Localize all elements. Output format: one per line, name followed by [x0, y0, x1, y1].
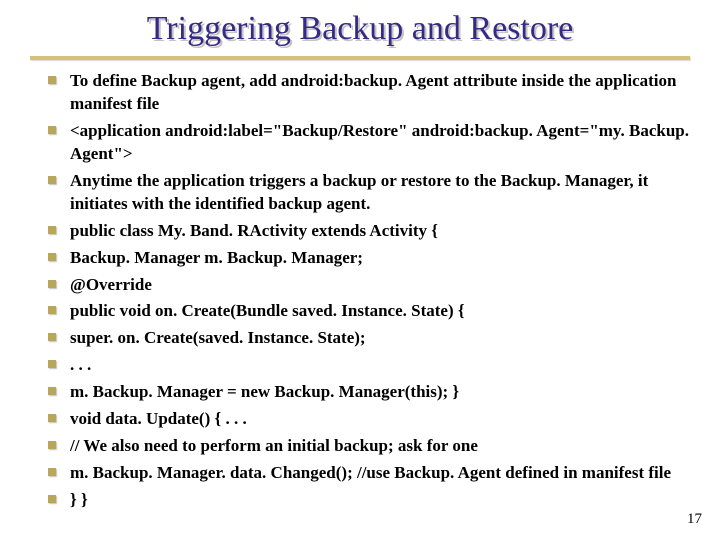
list-item: Backup. Manager m. Backup. Manager; [48, 247, 690, 270]
bullet-text: public class My. Band. RActivity extends… [70, 220, 690, 243]
bullet-text: To define Backup agent, add android:back… [70, 70, 690, 116]
slide-title: Triggering Backup and Restore [0, 10, 720, 48]
bullet-text: public void on. Create(Bundle saved. Ins… [70, 300, 690, 323]
bullet-text: . . . [70, 354, 690, 377]
list-item: // We also need to perform an initial ba… [48, 435, 690, 458]
list-item: } } [48, 489, 690, 512]
bullet-icon [48, 360, 56, 368]
page-number: 17 [687, 511, 702, 528]
bullet-icon [48, 306, 56, 314]
list-item: Anytime the application triggers a backu… [48, 170, 690, 216]
bullet-text: // We also need to perform an initial ba… [70, 435, 690, 458]
list-item: m. Backup. Manager = new Backup. Manager… [48, 381, 690, 404]
bullet-text: super. on. Create(saved. Instance. State… [70, 327, 690, 350]
list-item: m. Backup. Manager. data. Changed(); //u… [48, 462, 690, 485]
content-area: To define Backup agent, add android:back… [0, 60, 720, 512]
title-area: Triggering Backup and Restore Triggering… [0, 0, 720, 54]
list-item: public void on. Create(Bundle saved. Ins… [48, 300, 690, 323]
bullet-text: Anytime the application triggers a backu… [70, 170, 690, 216]
bullet-text: @Override [70, 274, 690, 297]
list-item: void data. Update() { . . . [48, 408, 690, 431]
list-item: <application android:label="Backup/Resto… [48, 120, 690, 166]
list-item: public class My. Band. RActivity extends… [48, 220, 690, 243]
bullet-text: void data. Update() { . . . [70, 408, 690, 431]
bullet-icon [48, 76, 56, 84]
bullet-icon [48, 333, 56, 341]
list-item: . . . [48, 354, 690, 377]
bullet-text: <application android:label="Backup/Resto… [70, 120, 690, 166]
list-item: To define Backup agent, add android:back… [48, 70, 690, 116]
bullet-icon [48, 176, 56, 184]
bullet-icon [48, 441, 56, 449]
bullet-icon [48, 414, 56, 422]
bullet-text: Backup. Manager m. Backup. Manager; [70, 247, 690, 270]
bullet-text: m. Backup. Manager. data. Changed(); //u… [70, 462, 690, 485]
list-item: super. on. Create(saved. Instance. State… [48, 327, 690, 350]
bullet-icon [48, 495, 56, 503]
list-item: @Override [48, 274, 690, 297]
bullet-icon [48, 280, 56, 288]
bullet-icon [48, 126, 56, 134]
bullet-icon [48, 387, 56, 395]
bullet-icon [48, 253, 56, 261]
bullet-text: } } [70, 489, 690, 512]
bullet-icon [48, 226, 56, 234]
bullet-icon [48, 468, 56, 476]
bullet-text: m. Backup. Manager = new Backup. Manager… [70, 381, 690, 404]
